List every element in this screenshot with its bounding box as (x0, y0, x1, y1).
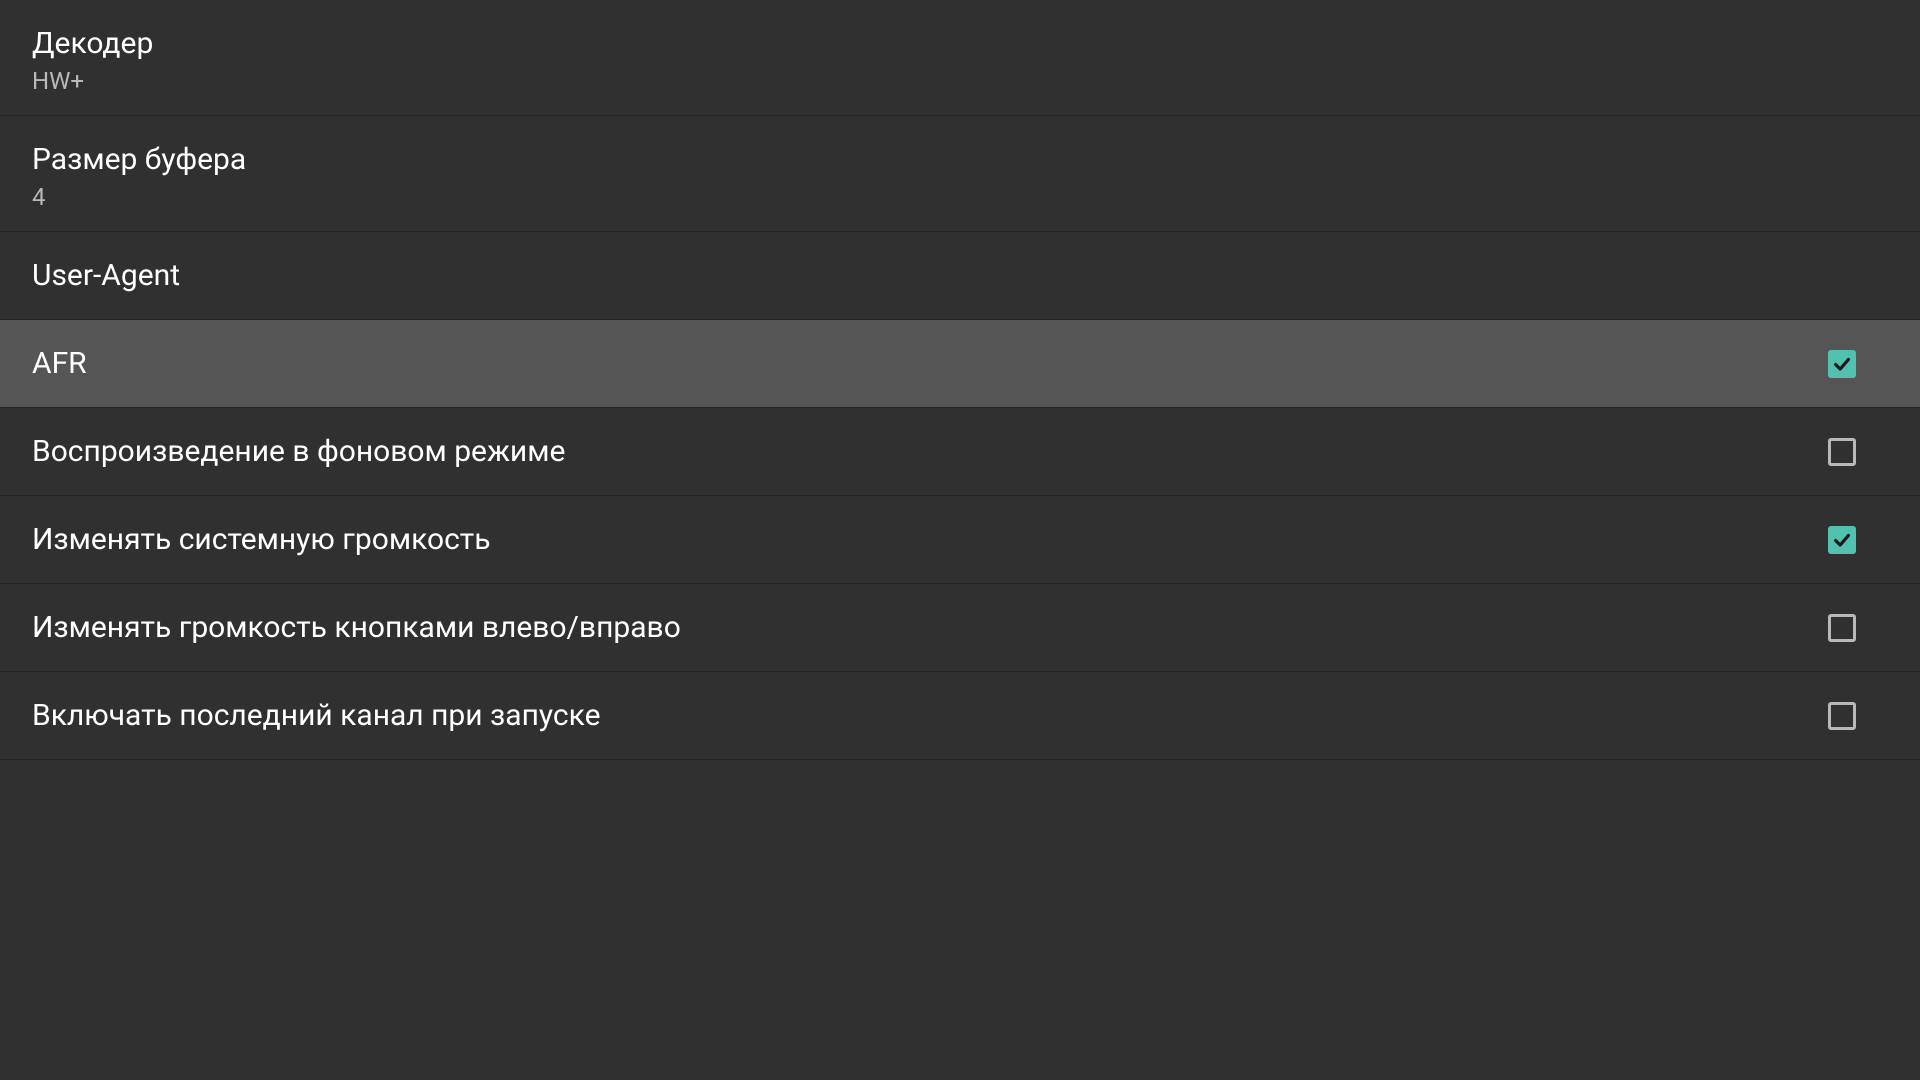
setting-title: User-Agent (32, 256, 180, 295)
setting-title: AFR (32, 344, 87, 383)
setting-title: Изменять системную громкость (32, 520, 491, 559)
setting-item-volume-lr-buttons[interactable]: Изменять громкость кнопками влево/вправо (0, 584, 1920, 672)
setting-value: 4 (32, 183, 46, 211)
setting-item-background-playback[interactable]: Воспроизведение в фоновом режиме (0, 408, 1920, 496)
checkbox-unchecked-icon[interactable] (1828, 614, 1856, 642)
setting-title: Воспроизведение в фоновом режиме (32, 432, 565, 471)
setting-title: Включать последний канал при запуске (32, 696, 600, 735)
setting-value: HW+ (32, 67, 84, 95)
setting-item-system-volume[interactable]: Изменять системную громкость (0, 496, 1920, 584)
checkbox-checked-icon[interactable] (1828, 526, 1856, 554)
setting-item-afr[interactable]: AFR (0, 320, 1920, 408)
settings-list: Декодер HW+ Размер буфера 4 User-Agent A… (0, 0, 1920, 760)
checkbox-checked-icon[interactable] (1828, 350, 1856, 378)
checkbox-unchecked-icon[interactable] (1828, 438, 1856, 466)
setting-title: Изменять громкость кнопками влево/вправо (32, 608, 681, 647)
setting-title: Размер буфера (32, 140, 246, 179)
setting-title: Декодер (32, 24, 153, 63)
setting-item-user-agent[interactable]: User-Agent (0, 232, 1920, 320)
checkbox-unchecked-icon[interactable] (1828, 702, 1856, 730)
setting-item-decoder[interactable]: Декодер HW+ (0, 0, 1920, 116)
setting-item-buffer-size[interactable]: Размер буфера 4 (0, 116, 1920, 232)
setting-item-last-channel-on-start[interactable]: Включать последний канал при запуске (0, 672, 1920, 760)
